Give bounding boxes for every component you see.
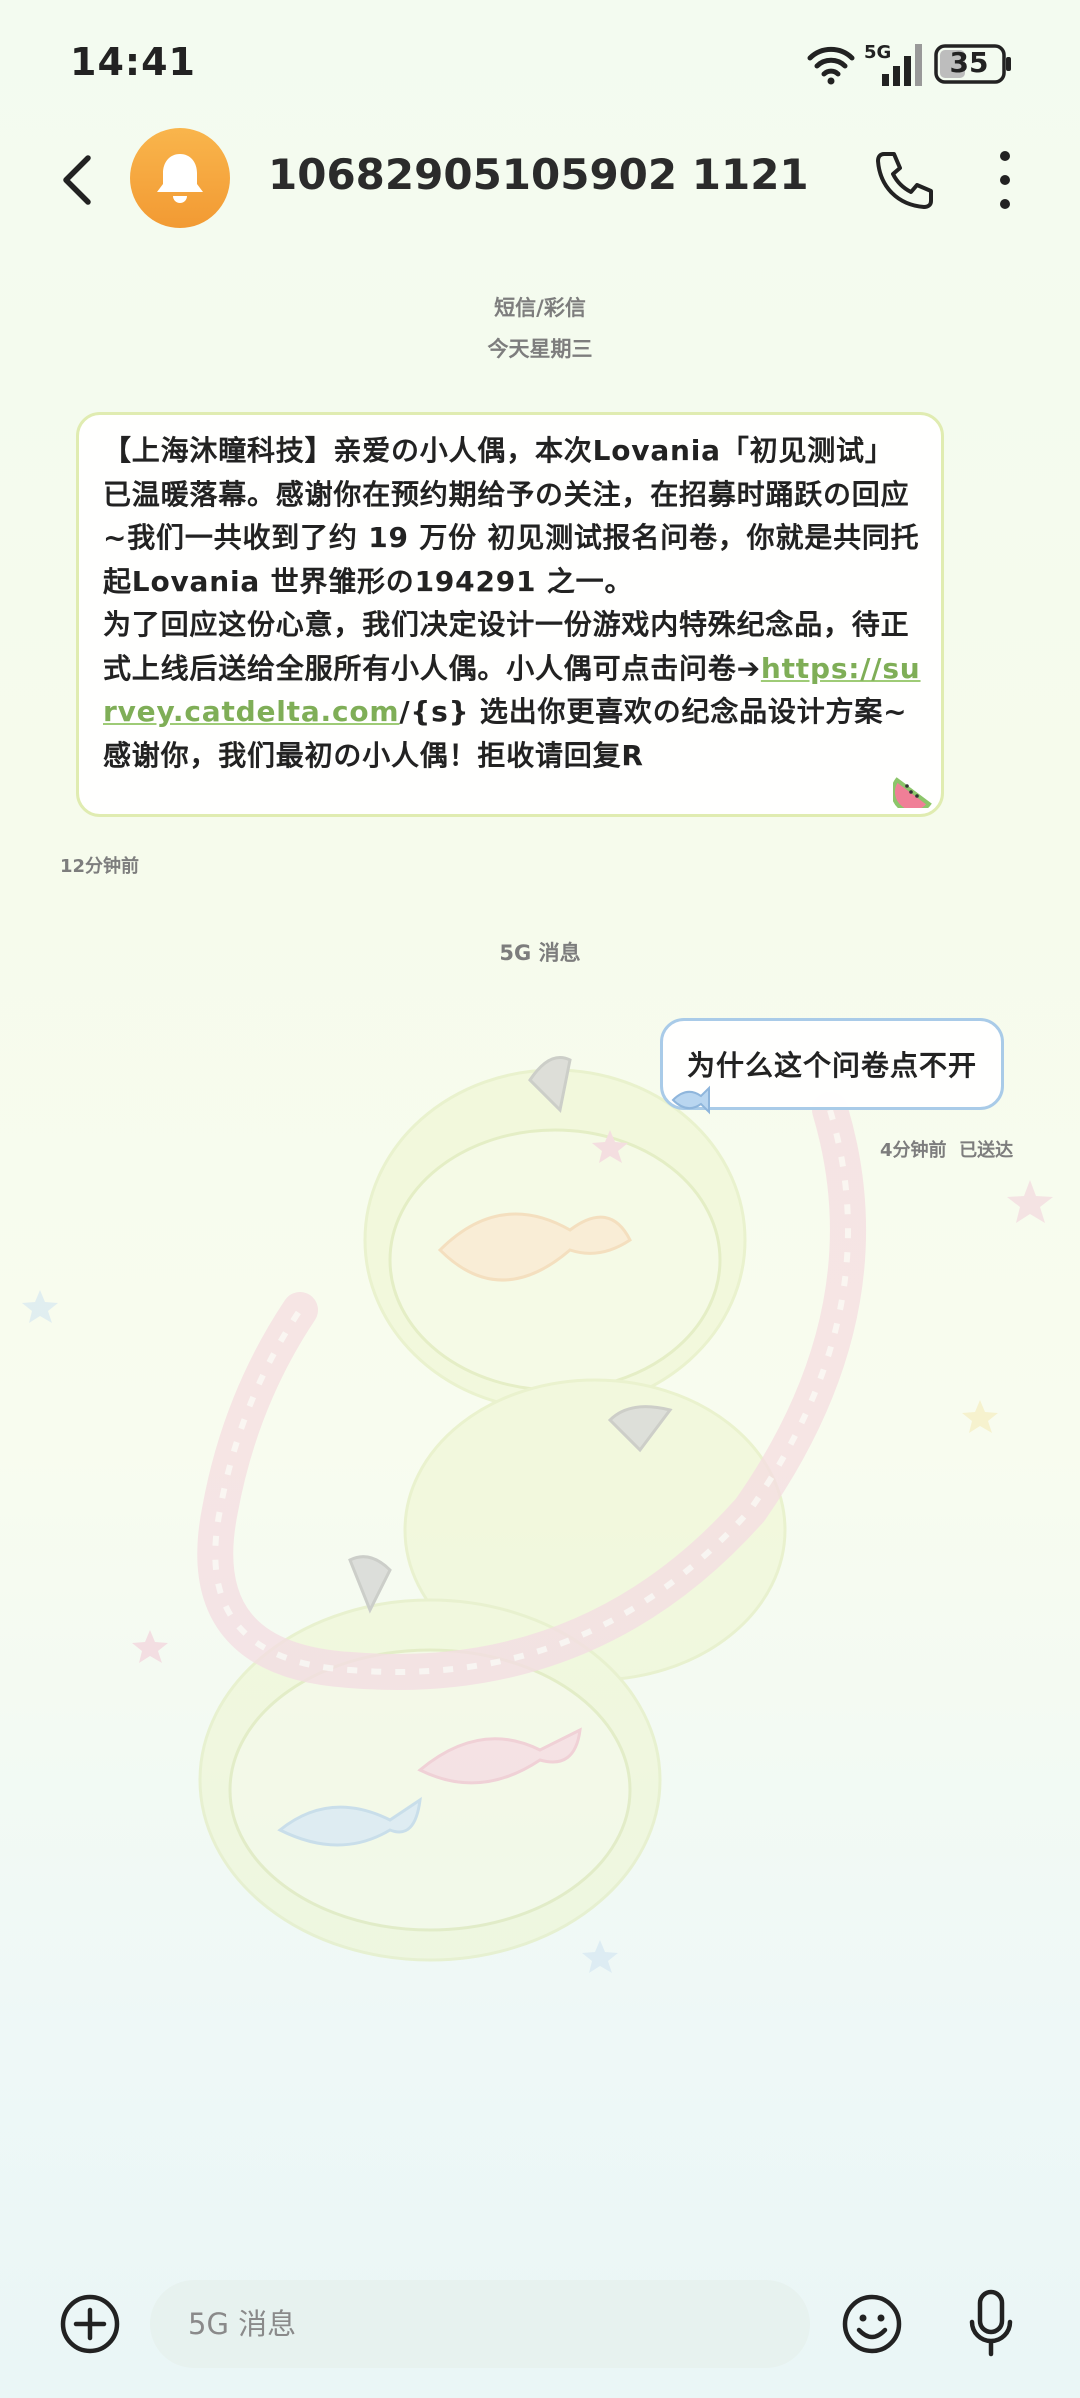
date-divider: 今天星期三 — [487, 337, 593, 361]
outgoing-message-status: 4分钟前 已送达 — [880, 1136, 1013, 1162]
contact-number: 10682905105902 1121 — [268, 150, 809, 199]
signal-icon: 5G — [864, 42, 922, 86]
outgoing-message-time: 4分钟前 — [880, 1140, 947, 1161]
incoming-message-text: 【上海沐瞳科技】亲爱の小人偶，本次Lovania「初见测试」已温暖落幕。感谢你在… — [103, 429, 921, 777]
message-paragraph-3: 感谢你，我们最初の小人偶！拒收请回复R — [103, 738, 644, 772]
message-type-label: 短信/彩信 — [494, 296, 586, 320]
microphone-icon[interactable] — [966, 2288, 1016, 2360]
phone-icon[interactable] — [870, 148, 934, 212]
message-paragraph-1: 【上海沐瞳科技】亲爱の小人偶，本次Lovania「初见测试」已温暖落幕。感谢你在… — [103, 434, 920, 598]
network-type-text: 5G — [864, 42, 891, 63]
back-button[interactable] — [50, 150, 110, 210]
channel-divider: 5G 消息 — [499, 941, 581, 965]
delivery-status: 已送达 — [959, 1140, 1014, 1161]
add-attachment-icon[interactable] — [58, 2292, 122, 2356]
watermelon-sticker-icon — [893, 777, 932, 808]
incoming-message-time: 12分钟前 — [60, 856, 140, 877]
status-time: 14:41 — [70, 40, 196, 84]
emoji-icon[interactable] — [840, 2292, 904, 2356]
wifi-icon — [807, 46, 855, 85]
contact-avatar[interactable] — [130, 128, 230, 228]
conversation-header: 10682905105902 1121 — [0, 120, 1080, 240]
more-options-icon[interactable] — [980, 146, 1030, 214]
battery-level: 35 — [949, 46, 989, 79]
outgoing-message-text: 为什么这个问卷点不开 — [686, 1049, 977, 1082]
message-input[interactable] — [150, 2280, 810, 2368]
fish-sticker-icon — [671, 1085, 710, 1115]
message-input-bar — [0, 2270, 1080, 2380]
bell-icon — [157, 154, 203, 203]
outgoing-message-bubble[interactable]: 为什么这个问卷点不开 — [660, 1018, 1004, 1115]
status-bar: 14:41 5G 35 — [0, 0, 1080, 130]
battery-icon: 35 — [934, 44, 1014, 86]
incoming-message-bubble[interactable]: 【上海沐瞳科技】亲爱の小人偶，本次Lovania「初见测试」已温暖落幕。感谢你在… — [76, 412, 944, 817]
message-paragraph-2-suffix: /{s} 选出你更喜欢の纪念品设计方案~ — [399, 695, 908, 728]
